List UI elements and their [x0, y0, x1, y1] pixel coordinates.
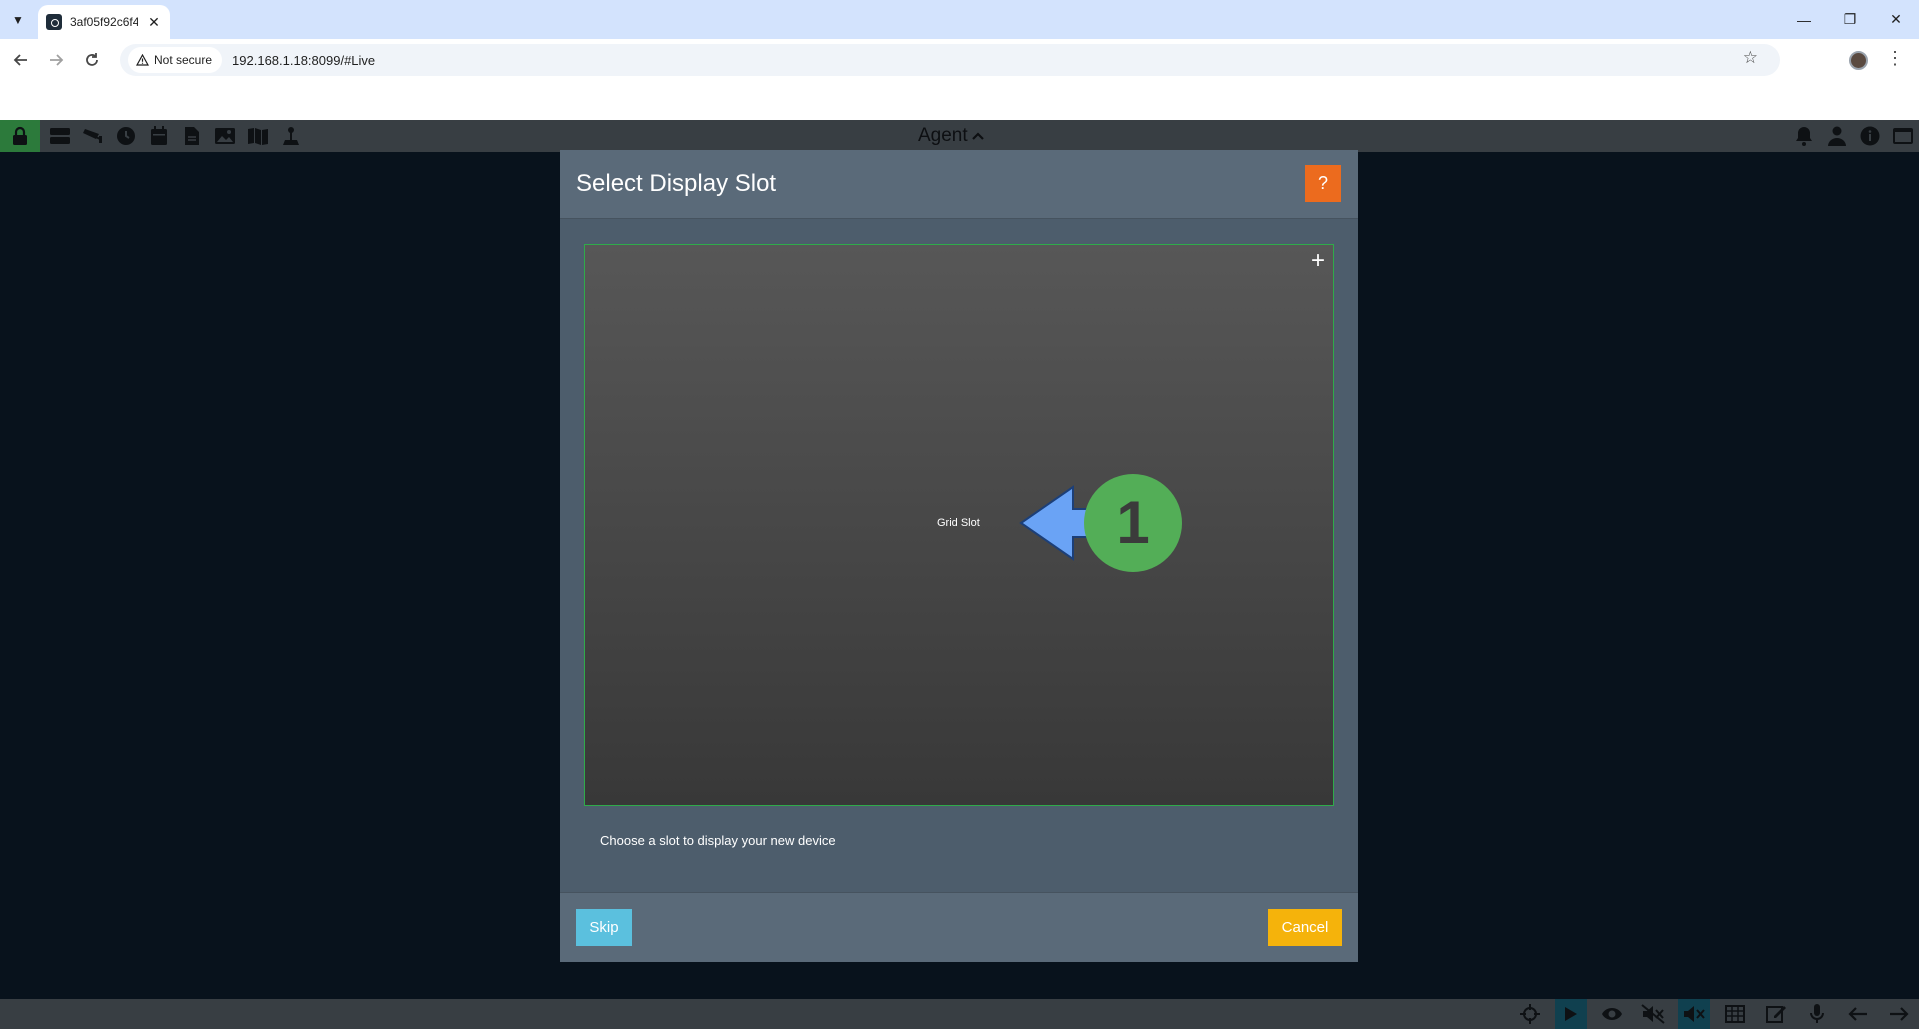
browser-toolbar: Not secure 192.168.1.18:8099/#Live ☆ ⋮ [0, 39, 1919, 81]
browser-tab[interactable]: 3af05f92c6f4 ✕ [38, 5, 170, 39]
arrow-left-icon [1848, 1007, 1867, 1021]
tab-title: 3af05f92c6f4 [70, 15, 138, 29]
app-top-bar: Agent [0, 120, 1919, 152]
annotation-number: 1 [1116, 489, 1149, 556]
browser-menu-icon[interactable]: ⋮ [1886, 48, 1904, 69]
bookmark-star-icon[interactable]: ☆ [1743, 48, 1758, 68]
warning-icon [136, 54, 149, 66]
security-chip[interactable]: Not secure [128, 47, 223, 73]
minimize-button[interactable]: — [1781, 0, 1827, 39]
cancel-button[interactable]: Cancel [1268, 909, 1342, 946]
annotation-arrow-icon: 1 [1019, 474, 1182, 572]
reload-button[interactable] [80, 48, 104, 72]
address-bar[interactable]: Not secure 192.168.1.18:8099/#Live ☆ [120, 44, 1780, 76]
back-button[interactable] [9, 48, 33, 72]
image-icon[interactable] [213, 124, 237, 148]
close-tab-icon[interactable]: ✕ [146, 14, 162, 31]
clock-icon[interactable] [114, 124, 138, 148]
user-icon[interactable] [1825, 124, 1849, 148]
edit-icon [1766, 1006, 1786, 1023]
bell-icon[interactable] [1792, 124, 1816, 148]
speaker-x-icon [1684, 1006, 1705, 1022]
tab-search-button[interactable]: ▼ [6, 8, 30, 32]
microphone-button[interactable] [1801, 999, 1833, 1029]
play-icon [1565, 1007, 1577, 1021]
crosshair-icon [1520, 1004, 1540, 1024]
dialog-footer: Skip Cancel [560, 892, 1358, 962]
next-button[interactable] [1883, 999, 1915, 1029]
grid-slot-area[interactable]: + Grid Slot 1 [584, 244, 1334, 806]
crosshair-button[interactable] [1514, 999, 1546, 1029]
microphone-icon [1810, 1004, 1824, 1023]
edit-button[interactable] [1760, 999, 1792, 1029]
arrow-right-icon [50, 54, 64, 66]
lock-button[interactable] [0, 120, 40, 152]
security-label: Not secure [154, 53, 213, 67]
dialog-hint: Choose a slot to display your new device [600, 833, 836, 848]
forward-button[interactable] [44, 48, 68, 72]
previous-button[interactable] [1842, 999, 1874, 1029]
cctv-camera-icon[interactable] [81, 124, 105, 148]
lock-icon [13, 126, 27, 145]
playback-controls [1514, 999, 1915, 1029]
grid-slot-label[interactable]: Grid Slot [937, 517, 980, 529]
window-panel-icon[interactable] [1891, 124, 1915, 148]
dialog-title: Select Display Slot [576, 170, 777, 197]
app-menu-icons [48, 120, 303, 152]
favicon-icon [46, 14, 62, 30]
arrow-left-icon [13, 54, 27, 66]
mute-all-button[interactable] [1678, 999, 1710, 1029]
add-slot-icon[interactable]: + [1311, 249, 1325, 273]
help-button[interactable]: ? [1305, 165, 1341, 202]
servers-icon[interactable] [48, 124, 72, 148]
calendar-icon[interactable] [147, 124, 171, 148]
url-text[interactable]: 192.168.1.18:8099/#Live [232, 53, 375, 68]
skip-button[interactable]: Skip [576, 909, 632, 946]
app-title: Agent [918, 125, 968, 146]
chevron-down-icon: ▼ [12, 13, 24, 27]
close-window-button[interactable]: ✕ [1873, 0, 1919, 39]
agent-menu-toggle[interactable]: Agent [918, 125, 984, 147]
profile-avatar[interactable] [1849, 51, 1868, 70]
dialog-header: Select Display Slot ? [560, 150, 1358, 219]
play-button[interactable] [1555, 999, 1587, 1029]
info-icon[interactable] [1858, 124, 1882, 148]
map-icon[interactable] [246, 124, 270, 148]
reload-icon [86, 53, 98, 66]
grid-layout-button[interactable] [1719, 999, 1751, 1029]
arrow-right-icon [1890, 1007, 1909, 1021]
window-controls: — ❐ ✕ [1781, 0, 1919, 39]
mute-speaker-button[interactable] [1637, 999, 1669, 1029]
joystick-icon[interactable] [279, 124, 303, 148]
app-status-icons [1792, 120, 1915, 152]
speaker-muted-icon [1641, 1004, 1665, 1024]
chevron-up-icon [971, 132, 984, 140]
select-display-slot-dialog: Select Display Slot ? + Grid Slot 1 Choo… [560, 150, 1358, 962]
app-bottom-bar [0, 999, 1919, 1029]
eye-icon [1602, 1008, 1622, 1020]
view-button[interactable] [1596, 999, 1628, 1029]
restore-button[interactable]: ❐ [1827, 0, 1873, 39]
browser-tab-strip: ▼ 3af05f92c6f4 ✕ — ❐ ✕ [0, 0, 1919, 39]
grid-icon [1725, 1005, 1745, 1023]
document-icon[interactable] [180, 124, 204, 148]
